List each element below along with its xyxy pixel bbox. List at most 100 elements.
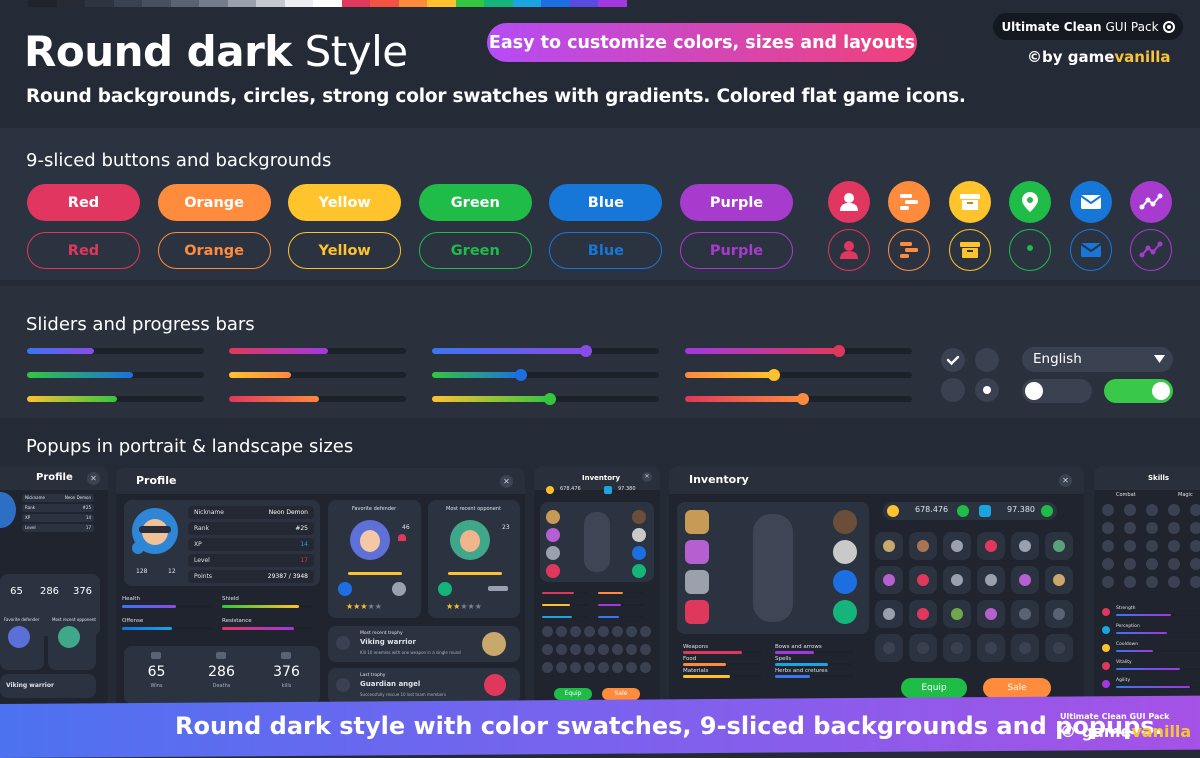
inventory-slot[interactable] — [546, 564, 560, 578]
inventory-slot[interactable] — [556, 644, 567, 655]
inventory-slot[interactable] — [875, 634, 903, 662]
toggle-on[interactable] — [1104, 379, 1173, 403]
button-orange[interactable]: Orange — [157, 184, 271, 221]
skill-node[interactable] — [1190, 504, 1200, 516]
inventory-slot[interactable] — [1045, 600, 1073, 628]
button-blue[interactable]: Blue — [549, 184, 663, 221]
skill-node[interactable] — [1146, 576, 1158, 588]
equipment-slot[interactable] — [833, 600, 857, 624]
inventory-slot[interactable] — [909, 532, 937, 560]
skill-node[interactable] — [1102, 576, 1114, 588]
inventory-slot[interactable] — [570, 662, 581, 673]
skill-node[interactable] — [1102, 558, 1114, 570]
close-icon[interactable]: ✕ — [1059, 474, 1072, 487]
icon-button-outline-box[interactable] — [948, 229, 991, 271]
skill-node[interactable] — [1190, 522, 1200, 534]
skill-node[interactable] — [1124, 576, 1136, 588]
slider-knob[interactable] — [544, 393, 557, 405]
equipment-slot[interactable] — [685, 570, 709, 594]
tab-magic[interactable]: Magic — [1178, 492, 1193, 498]
inventory-slot[interactable] — [570, 626, 581, 637]
slider-track[interactable] — [685, 345, 912, 357]
button-outline-green[interactable]: Green — [418, 232, 532, 269]
icon-button-outline-chart-line[interactable] — [1130, 229, 1172, 271]
equipment-slot[interactable] — [833, 510, 857, 534]
inventory-slot[interactable] — [612, 662, 623, 673]
slider-track[interactable] — [685, 369, 912, 381]
inventory-slot[interactable] — [546, 510, 560, 524]
slider-knob[interactable] — [580, 345, 593, 357]
inventory-slot[interactable] — [542, 644, 553, 655]
inventory-slot[interactable] — [1045, 532, 1073, 560]
radio-unselected[interactable] — [941, 378, 965, 402]
inventory-slot[interactable] — [546, 546, 560, 560]
sale-button[interactable]: Sale — [983, 678, 1051, 698]
customize-pill-button[interactable]: Easy to customize colors, sizes and layo… — [487, 23, 917, 62]
slider-track[interactable] — [432, 345, 659, 357]
add-gems-icon[interactable] — [1041, 505, 1053, 517]
inventory-slot[interactable] — [598, 644, 609, 655]
equipment-slot[interactable] — [685, 540, 709, 564]
inventory-slot[interactable] — [626, 626, 637, 637]
inventory-slot[interactable] — [632, 510, 646, 524]
inventory-slot[interactable] — [909, 600, 937, 628]
icon-button-user[interactable] — [828, 181, 870, 223]
inventory-slot[interactable] — [598, 662, 609, 673]
tab-combat[interactable]: Combat — [1116, 492, 1136, 498]
equipment-slot[interactable] — [833, 540, 857, 564]
toggle-off[interactable] — [1022, 379, 1092, 403]
skill-node[interactable] — [1168, 576, 1180, 588]
equipment-slot[interactable] — [685, 510, 709, 534]
inventory-slot[interactable] — [626, 662, 637, 673]
inventory-slot[interactable] — [584, 644, 595, 655]
close-icon[interactable]: ✕ — [87, 472, 100, 485]
icon-button-outline-location-pin[interactable] — [1009, 229, 1052, 271]
inventory-slot[interactable] — [632, 528, 646, 542]
skill-node[interactable] — [1124, 540, 1136, 552]
inventory-slot[interactable] — [1045, 566, 1073, 594]
button-purple[interactable]: Purple — [680, 184, 793, 221]
slider-knob[interactable] — [767, 369, 780, 381]
inventory-slot[interactable] — [875, 600, 903, 628]
inventory-slot[interactable] — [612, 626, 623, 637]
icon-button-box[interactable] — [948, 181, 991, 223]
skill-node[interactable] — [1168, 558, 1180, 570]
skill-node[interactable] — [1102, 522, 1114, 534]
inventory-slot[interactable] — [542, 626, 553, 637]
inventory-slot[interactable] — [977, 566, 1005, 594]
skill-node[interactable] — [1190, 576, 1200, 588]
inventory-slot[interactable] — [943, 600, 971, 628]
slider-track[interactable] — [685, 393, 912, 405]
inventory-slot[interactable] — [1011, 634, 1039, 662]
inventory-slot[interactable] — [977, 532, 1005, 560]
inventory-slot[interactable] — [632, 564, 646, 578]
inventory-slot[interactable] — [584, 626, 595, 637]
skill-node[interactable] — [1124, 504, 1136, 516]
inventory-slot[interactable] — [640, 662, 651, 673]
inventory-slot[interactable] — [1011, 600, 1039, 628]
inventory-slot[interactable] — [612, 644, 623, 655]
inventory-slot[interactable] — [1045, 634, 1073, 662]
inventory-slot[interactable] — [632, 546, 646, 560]
button-red[interactable]: Red — [27, 184, 140, 221]
inventory-slot[interactable] — [556, 626, 567, 637]
inventory-slot[interactable] — [909, 634, 937, 662]
skill-node[interactable] — [1102, 540, 1114, 552]
inventory-slot[interactable] — [943, 532, 971, 560]
icon-button-chart-line[interactable] — [1130, 181, 1172, 223]
inventory-slot[interactable] — [875, 566, 903, 594]
inventory-slot[interactable] — [943, 566, 971, 594]
slider-track[interactable] — [432, 369, 659, 381]
add-coins-icon[interactable] — [957, 505, 969, 517]
skill-node[interactable] — [1168, 504, 1180, 516]
inventory-slot[interactable] — [546, 528, 560, 542]
close-icon[interactable]: ✕ — [642, 472, 652, 482]
inventory-slot[interactable] — [556, 662, 567, 673]
radio-selected[interactable] — [975, 378, 999, 402]
inventory-slot[interactable] — [640, 644, 651, 655]
inventory-slot[interactable] — [626, 644, 637, 655]
button-outline-orange[interactable]: Orange — [157, 232, 271, 269]
inventory-slot[interactable] — [943, 634, 971, 662]
slider-knob[interactable] — [797, 393, 810, 405]
button-outline-yellow[interactable]: Yellow — [288, 232, 402, 269]
